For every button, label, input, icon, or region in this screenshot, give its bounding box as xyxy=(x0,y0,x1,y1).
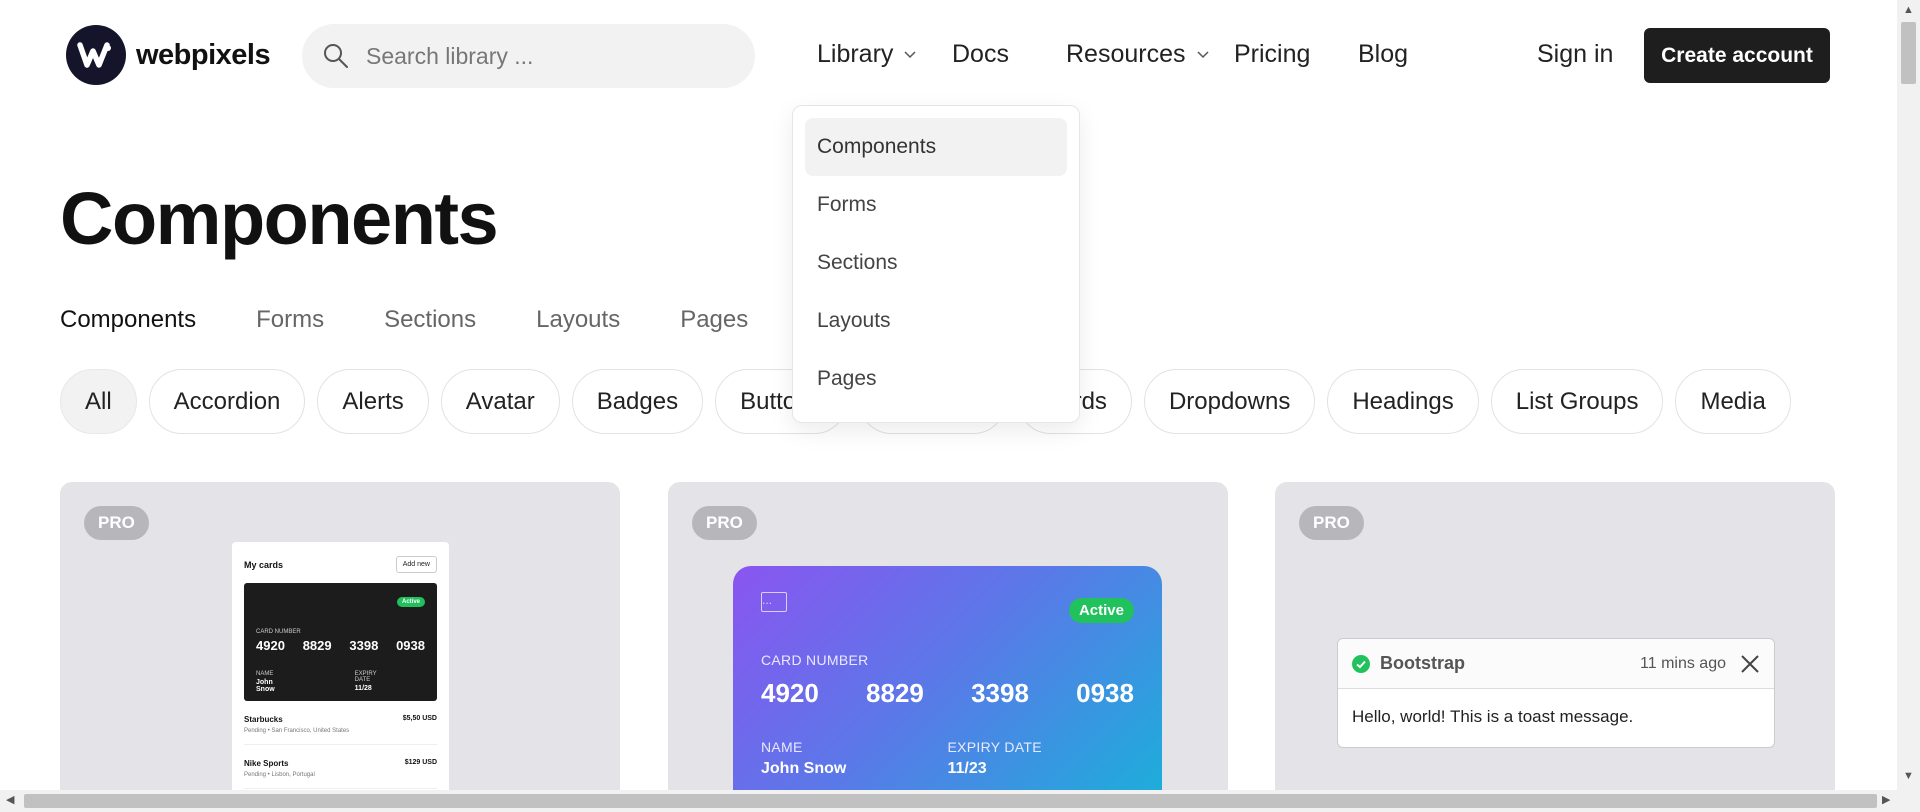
chip-media[interactable]: Media xyxy=(1675,369,1791,434)
card-number-group: 3398 xyxy=(349,638,379,653)
preview-credit-card: Active CARD NUMBER 4920 8829 3398 0938 N… xyxy=(244,583,437,701)
webpixels-logo-icon xyxy=(66,25,126,85)
my-cards-preview: My cards Add new Active CARD NUMBER 4920… xyxy=(232,542,449,792)
component-card-my-cards[interactable]: PRO My cards Add new Active CARD NUMBER … xyxy=(60,482,620,792)
name-label: NAME xyxy=(256,671,274,677)
dropdown-item-sections[interactable]: Sections xyxy=(805,234,1067,292)
toast-title: Bootstrap xyxy=(1380,653,1465,673)
dropdown-item-pages[interactable]: Pages xyxy=(805,350,1067,408)
library-dropdown-menu: Components Forms Sections Layouts Pages xyxy=(792,105,1080,423)
scroll-down-arrow-icon[interactable]: ▼ xyxy=(1903,770,1914,782)
dropdown-item-layouts[interactable]: Layouts xyxy=(805,292,1067,350)
cardholder-name: John Snow xyxy=(761,760,847,777)
card-number-label: CARD NUMBER xyxy=(256,629,301,635)
sign-in-link[interactable]: Sign in xyxy=(1537,40,1613,69)
page-title: Components xyxy=(60,177,499,260)
expiry-label: EXPIRY DATE xyxy=(947,739,1042,755)
scroll-up-arrow-icon[interactable]: ▲ xyxy=(1903,4,1914,16)
transaction-sub: Pending • San Francisco, United States xyxy=(244,728,350,734)
brand-name: webpixels xyxy=(136,38,271,71)
chip-alerts[interactable]: Alerts xyxy=(317,369,429,434)
nav-library[interactable]: Library xyxy=(817,40,917,69)
toast-preview: Bootstrap 11 mins ago Hello, world! This… xyxy=(1337,638,1775,748)
check-circle-icon xyxy=(1352,654,1370,673)
card-number-group: 0938 xyxy=(396,638,425,653)
horizontal-scrollbar[interactable]: ◀ ▶ xyxy=(0,790,1920,812)
card-number-group: 4920 xyxy=(256,638,285,653)
nav-pricing-label: Pricing xyxy=(1234,40,1311,68)
add-new-button: Add new xyxy=(395,556,437,573)
toast-timestamp: 11 mins ago xyxy=(1640,654,1726,672)
card-number-group: 0938 xyxy=(1076,678,1134,708)
search-icon xyxy=(324,44,348,68)
chip-list-groups[interactable]: List Groups xyxy=(1490,369,1664,434)
tab-sections[interactable]: Sections xyxy=(384,306,476,334)
status-badge: Active xyxy=(396,597,425,607)
tab-forms[interactable]: Forms xyxy=(256,306,324,334)
search-input[interactable] xyxy=(366,42,726,70)
brand-logo[interactable]: webpixels xyxy=(66,25,271,85)
component-card-toast[interactable]: PRO Bootstrap 11 mins ago Hello, world! … xyxy=(1275,482,1835,792)
nav-docs[interactable]: Docs xyxy=(952,40,1009,69)
scroll-right-arrow-icon[interactable]: ▶ xyxy=(1882,793,1890,806)
close-icon xyxy=(1741,654,1759,673)
transaction-name: Nike Sports xyxy=(244,759,289,768)
expiry-label: EXPIRY DATE xyxy=(354,671,377,683)
nav-library-label: Library xyxy=(817,40,894,68)
expiry-date: 11/28 xyxy=(354,685,372,692)
nav-docs-label: Docs xyxy=(952,40,1009,68)
chip-dropdowns[interactable]: Dropdowns xyxy=(1143,369,1316,434)
vertical-scroll-thumb[interactable] xyxy=(1901,22,1916,84)
card-number-group: 8829 xyxy=(302,638,332,653)
vertical-scrollbar[interactable]: ▲ ▼ xyxy=(1897,0,1920,790)
chevron-down-icon xyxy=(1196,50,1209,58)
credit-card-preview: ... Active CARD NUMBER 4920 8829 3398 09… xyxy=(733,566,1162,792)
toast-message: Hello, world! This is a toast message. xyxy=(1352,707,1634,726)
name-label: NAME xyxy=(761,739,803,755)
tab-components[interactable]: Components xyxy=(60,306,196,334)
dropdown-item-components[interactable]: Components xyxy=(805,118,1067,176)
pro-badge: PRO xyxy=(84,506,149,540)
nav-pricing[interactable]: Pricing xyxy=(1234,40,1310,69)
nav-resources[interactable]: Resources xyxy=(1066,40,1210,69)
cardholder-name: John Snow xyxy=(256,679,275,693)
category-tabs: Components Forms Sections Layouts Pages xyxy=(60,306,808,334)
card-number-label: CARD NUMBER xyxy=(761,652,869,668)
card-number-group: 8829 xyxy=(866,678,924,708)
tab-pages[interactable]: Pages xyxy=(680,306,748,334)
transaction-amount: $5,50 USD xyxy=(402,715,437,722)
site-header: webpixels Library Docs Resources Pricing… xyxy=(0,0,1897,112)
chip-headings[interactable]: Headings xyxy=(1327,369,1479,434)
chip-all[interactable]: All xyxy=(60,369,137,434)
pro-badge: PRO xyxy=(692,506,757,540)
scroll-left-arrow-icon[interactable]: ◀ xyxy=(6,793,14,806)
transaction-row: Starbucks Pending • San Francisco, Unite… xyxy=(244,715,437,745)
dropdown-item-forms[interactable]: Forms xyxy=(805,176,1067,234)
card-number-group: 4920 xyxy=(761,678,819,708)
transaction-amount: $129 USD xyxy=(404,759,437,766)
tab-layouts[interactable]: Layouts xyxy=(536,306,620,334)
horizontal-scroll-thumb[interactable] xyxy=(24,794,1877,808)
status-badge: Active xyxy=(1068,598,1134,623)
pro-badge: PRO xyxy=(1299,506,1364,540)
chip-avatar[interactable]: Avatar xyxy=(440,369,560,434)
preview-title: My cards xyxy=(244,559,284,570)
transaction-name: Starbucks xyxy=(244,715,283,724)
nav-resources-label: Resources xyxy=(1066,40,1186,68)
chip-badges[interactable]: Badges xyxy=(571,369,704,434)
card-number-group: 3398 xyxy=(971,678,1029,708)
transaction-row: Nike Sports Pending • Lisbon, Portugal $… xyxy=(244,759,437,789)
component-card-credit-card[interactable]: PRO ... Active CARD NUMBER 4920 8829 339… xyxy=(668,482,1228,792)
expiry-date: 11/23 xyxy=(947,760,987,777)
nav-blog[interactable]: Blog xyxy=(1358,40,1408,69)
search-bar[interactable] xyxy=(302,24,755,88)
transaction-sub: Pending • Lisbon, Portugal xyxy=(244,772,315,778)
create-account-button[interactable]: Create account xyxy=(1644,28,1830,83)
card-logo-image-icon: ... xyxy=(761,592,787,612)
chip-accordion[interactable]: Accordion xyxy=(148,369,306,434)
chevron-down-icon xyxy=(904,50,916,58)
nav-blog-label: Blog xyxy=(1358,40,1409,68)
